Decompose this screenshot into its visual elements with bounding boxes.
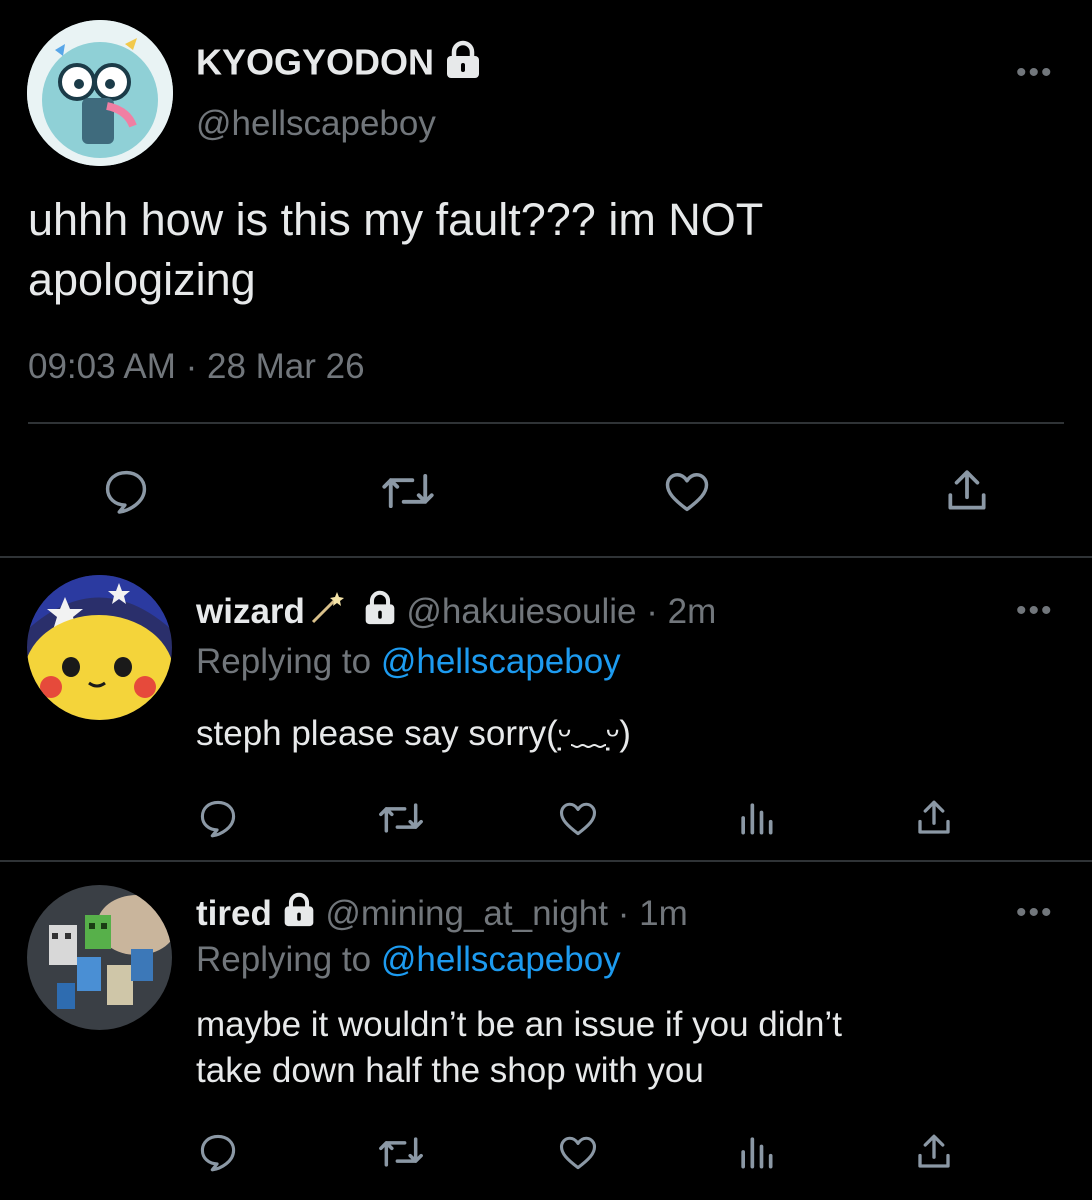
avatar-image [27,20,173,166]
main-display-name[interactable]: KYOGYODON [196,42,434,83]
retweet-icon[interactable] [377,1130,425,1174]
reply1-replying-to: Replying to @hellscapeboy [196,640,621,684]
reply2-text-line1: maybe it wouldn’t be an issue if you did… [196,1005,842,1044]
like-icon[interactable] [555,1130,601,1174]
more-options-icon[interactable]: ••• [1016,58,1054,88]
reply2-replying-to: Replying to @hellscapeboy [196,938,621,982]
main-tweet-text: uhhh how is this my fault??? im NOT apol… [28,190,763,310]
main-handle[interactable]: @hellscapeboy [196,102,436,146]
reply1-handle[interactable]: @hakuiesoulie [406,592,636,631]
reply2-text: maybe it wouldn’t be an issue if you did… [196,1002,842,1094]
main-timestamp[interactable]: 09:03 AM · 28 Mar 26 [28,345,365,389]
more-options-icon[interactable]: ••• [1016,596,1054,626]
replying-label: Replying to [196,642,372,681]
more-options-icon[interactable]: ••• [1016,898,1054,928]
retweet-icon[interactable] [377,796,425,840]
reply-icon[interactable] [196,796,240,840]
main-tweet-text-line2: apologizing [28,254,256,305]
magic-wand-icon [307,588,347,639]
reply-icon[interactable] [196,1130,240,1174]
replying-to-link[interactable]: @hellscapeboy [381,940,621,979]
reply2-avatar[interactable] [27,885,172,1030]
replying-label: Replying to [196,940,372,979]
share-icon[interactable] [942,465,992,517]
avatar-image [27,575,172,720]
reply2-time[interactable]: · 1m [618,894,688,933]
divider [0,556,1092,558]
reply1-text: steph please say sorry(ᵕ̣̣̣̣̣̣﹏ᵕ̣̣̣̣̣̣) [196,714,631,753]
divider [0,860,1092,862]
like-icon[interactable] [555,796,601,840]
reply2-handle[interactable]: @mining_at_night [325,894,608,933]
replying-to-link[interactable]: @hellscapeboy [381,642,621,681]
views-icon[interactable] [736,1130,776,1174]
lock-icon [444,40,482,90]
lock-icon [363,590,397,637]
divider [28,422,1064,424]
share-icon[interactable] [913,1130,955,1174]
reply1-display-name[interactable]: wizard [196,592,305,631]
reply2-text-line2: take down half the shop with you [196,1051,704,1090]
lock-icon [282,892,316,939]
main-author-row: KYOGYODON [196,40,482,90]
retweet-icon[interactable] [380,465,436,517]
main-avatar[interactable] [27,20,173,166]
reply1-time[interactable]: · 2m [646,592,716,631]
reply1-avatar[interactable] [27,575,172,720]
avatar-image [27,885,172,1030]
reply2-author-row: tired @mining_at_night · 1m [196,892,688,939]
reply2-display-name[interactable]: tired [196,894,272,933]
reply-icon[interactable] [100,465,152,517]
main-tweet-text-line1: uhhh how is this my fault??? im NOT [28,194,764,245]
like-icon[interactable] [660,465,714,517]
views-icon[interactable] [736,796,776,840]
reply1-author-row: wizard @hakuiesoulie · 2m [196,588,716,639]
share-icon[interactable] [913,796,955,840]
